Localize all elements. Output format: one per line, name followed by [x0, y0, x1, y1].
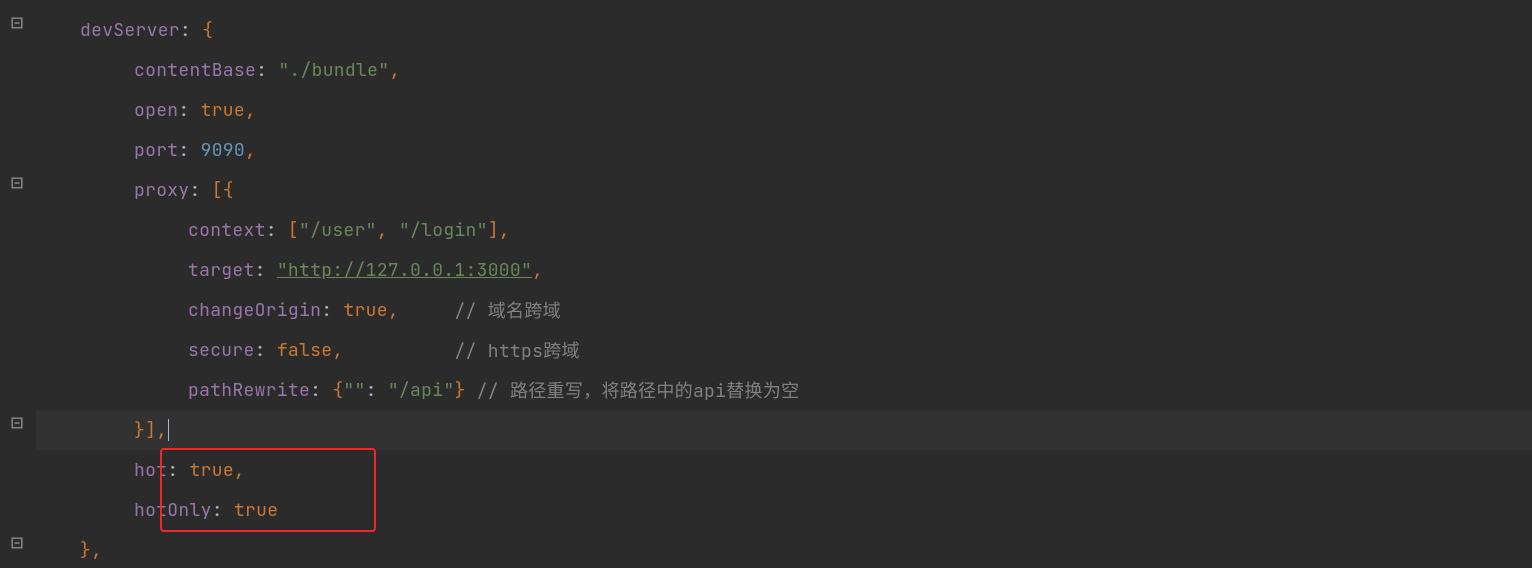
spacer [466, 379, 477, 402]
fold-icon[interactable] [10, 176, 24, 190]
code-line: port: 9090, [36, 130, 1532, 170]
string-literal: "/api" [388, 379, 455, 402]
prop-key: changeOrigin [188, 299, 321, 322]
comma: , [532, 259, 543, 282]
bracket: }] [134, 419, 156, 442]
prop-key: secure [188, 339, 255, 362]
colon: : [310, 379, 332, 402]
comma: , [156, 419, 167, 442]
brace: { [332, 379, 343, 402]
highlight-annotation [160, 448, 376, 532]
comment: // 域名跨域 [454, 297, 561, 323]
bracket: ] [488, 219, 499, 242]
gutter [0, 0, 36, 568]
colon: : [321, 299, 343, 322]
spacer [399, 299, 455, 322]
comment: // 路径重写，将路径中的api替换为空 [477, 377, 800, 403]
code-area[interactable]: devServer: { contentBase: "./bundle", op… [36, 0, 1532, 568]
code-line-active: }], [36, 410, 1532, 450]
colon: : [255, 339, 277, 362]
fold-icon[interactable] [10, 536, 24, 550]
prop-key: target [188, 259, 255, 282]
comment: // https跨域 [454, 337, 579, 363]
code-line: contentBase: "./bundle", [36, 50, 1532, 90]
prop-key: port [134, 139, 178, 162]
prop-key: devServer [80, 19, 180, 42]
colon: : [256, 59, 278, 82]
colon: : [180, 19, 202, 42]
code-line: changeOrigin: true, // 域名跨域 [36, 290, 1532, 330]
code-line: pathRewrite: {"": "/api"} // 路径重写，将路径中的a… [36, 370, 1532, 410]
code-line: open: true, [36, 90, 1532, 130]
code-editor[interactable]: devServer: { contentBase: "./bundle", op… [0, 0, 1532, 568]
comma: , [91, 539, 102, 562]
colon: : [366, 379, 388, 402]
text-cursor [168, 419, 169, 441]
code-line: secure: false, // https跨域 [36, 330, 1532, 370]
brace: } [454, 379, 465, 402]
comma: , [245, 139, 256, 162]
code-line: proxy: [{ [36, 170, 1532, 210]
prop-key: context [188, 219, 266, 242]
code-line: devServer: { [36, 10, 1532, 50]
code-line: }, [36, 530, 1532, 568]
comma: , [245, 99, 256, 122]
prop-key: proxy [134, 179, 190, 202]
bracket: [ [288, 219, 299, 242]
colon: : [178, 139, 200, 162]
colon: : [255, 259, 277, 282]
comma: , [388, 299, 399, 322]
comma: , [377, 219, 399, 242]
colon: : [266, 219, 288, 242]
boolean-literal: true [343, 299, 387, 322]
code-line: context: ["/user", "/login"], [36, 210, 1532, 250]
prop-key: open [134, 99, 178, 122]
code-line: target: "http://127.0.0.1:3000", [36, 250, 1532, 290]
prop-key: pathRewrite [188, 379, 310, 402]
fold-icon[interactable] [10, 16, 24, 30]
string-literal: "" [343, 379, 365, 402]
prop-key: contentBase [134, 59, 256, 82]
boolean-literal: false [277, 339, 333, 362]
colon: : [190, 179, 212, 202]
brace: } [80, 539, 91, 562]
colon: : [178, 99, 200, 122]
number-literal: 9090 [201, 139, 245, 162]
spacer [343, 339, 454, 362]
string-literal: "./bundle" [278, 59, 389, 82]
brace: { [202, 19, 213, 42]
comma: , [499, 219, 510, 242]
string-literal: "http://127.0.0.1:3000" [277, 259, 532, 282]
string-literal: "/login" [399, 219, 488, 242]
fold-icon[interactable] [10, 416, 24, 430]
boolean-literal: true [201, 99, 245, 122]
comma: , [389, 59, 400, 82]
string-literal: "/user" [299, 219, 377, 242]
bracket: [{ [212, 179, 234, 202]
comma: , [332, 339, 343, 362]
